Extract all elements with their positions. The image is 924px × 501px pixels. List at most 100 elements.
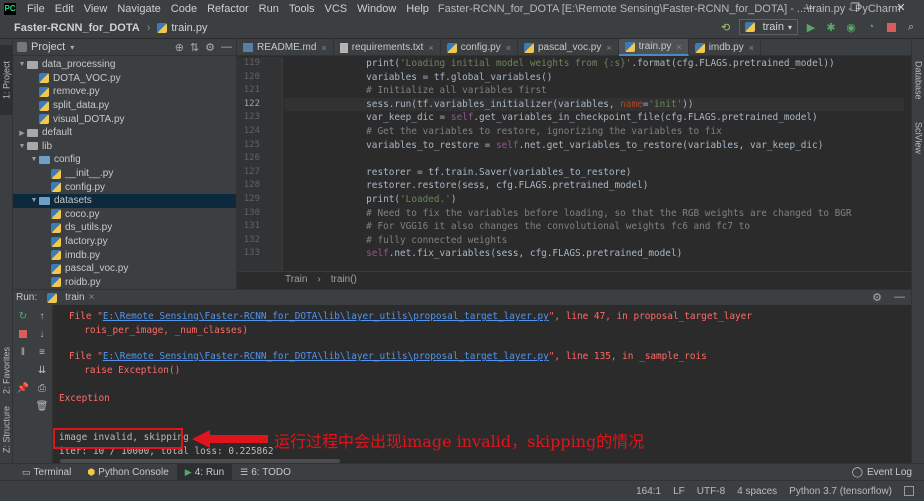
- database-tool-tab[interactable]: Database: [912, 53, 924, 108]
- event-log-button[interactable]: ◯ Event Log: [852, 464, 912, 481]
- code-line[interactable]: restorer = tf.train.Saver(variables_to_r…: [284, 166, 904, 180]
- trash-icon[interactable]: 🗑: [35, 399, 49, 413]
- code-line[interactable]: # Initialize all variables first: [284, 84, 904, 98]
- menu-view[interactable]: View: [79, 3, 113, 15]
- indent-setting[interactable]: 4 spaces: [737, 486, 777, 497]
- search-icon[interactable]: ⌕: [904, 20, 918, 34]
- editor-tab[interactable]: README.md ×: [237, 39, 334, 56]
- tree-file[interactable]: DOTA_VOC.py: [13, 72, 236, 86]
- close-icon[interactable]: ×: [321, 43, 326, 53]
- soft-wrap-icon[interactable]: ≡: [35, 345, 49, 359]
- menu-help[interactable]: Help: [401, 3, 434, 15]
- python-interpreter[interactable]: Python 3.7 (tensorflow): [789, 486, 892, 497]
- menu-edit[interactable]: Edit: [50, 3, 79, 15]
- locate-icon[interactable]: ⊕: [175, 41, 184, 54]
- pause-icon[interactable]: ‖: [16, 345, 30, 359]
- code-line[interactable]: # Get the variables to restore, ignorizi…: [284, 125, 904, 139]
- close-icon[interactable]: ✕: [878, 0, 924, 17]
- hide-icon[interactable]: —: [894, 291, 905, 304]
- file-link[interactable]: E:\Remote Sensing\Faster-RCNN_for_DOTA\l…: [103, 311, 549, 322]
- chevron-down-icon[interactable]: ▼: [29, 156, 39, 163]
- debug-icon[interactable]: ✱: [824, 20, 838, 34]
- tree-file[interactable]: ds_utils.py: [13, 221, 236, 235]
- tree-folder[interactable]: ▼ lib: [13, 140, 236, 154]
- stop-icon[interactable]: [16, 327, 30, 341]
- close-icon[interactable]: ×: [506, 43, 511, 53]
- tree-file[interactable]: pascal_voc.py: [13, 262, 236, 276]
- tree-file[interactable]: config.py: [13, 180, 236, 194]
- menu-window[interactable]: Window: [352, 3, 401, 15]
- arrow-down-icon[interactable]: ↓: [35, 327, 49, 341]
- code-line[interactable]: print('Loaded.'): [284, 193, 904, 207]
- tree-folder[interactable]: ▼ data_processing: [13, 58, 236, 72]
- editor-tab[interactable]: config.py ×: [441, 39, 518, 56]
- code-line[interactable]: variables = tf.global_variables(): [284, 71, 904, 85]
- minimize-icon[interactable]: —: [786, 0, 832, 17]
- editor-tab[interactable]: pascal_voc.py ×: [518, 39, 619, 56]
- run-tab-train[interactable]: train ×: [47, 292, 94, 303]
- code-line[interactable]: [284, 152, 904, 166]
- code-line[interactable]: # Need to fix the variables before loadi…: [284, 207, 904, 221]
- close-icon[interactable]: ×: [89, 292, 95, 303]
- bottom-tool-6-todo[interactable]: ☰ 6: TODO: [232, 464, 299, 481]
- menu-run[interactable]: Run: [254, 3, 284, 15]
- menu-vcs[interactable]: VCS: [320, 3, 353, 15]
- breadcrumb-function[interactable]: train(): [331, 274, 357, 285]
- breadcrumb-class[interactable]: Train: [285, 274, 307, 285]
- chevron-down-icon[interactable]: ▾: [70, 43, 74, 52]
- favorites-tool-tab[interactable]: 2: Favorites: [0, 335, 13, 405]
- print-icon[interactable]: ⎙: [35, 381, 49, 395]
- hide-icon[interactable]: —: [221, 41, 232, 54]
- tree-file[interactable]: visual_DOTA.py: [13, 112, 236, 126]
- editor-tab[interactable]: train.py ×: [618, 39, 689, 56]
- chevron-right-icon[interactable]: ▶: [17, 129, 27, 137]
- code-editor[interactable]: print('Loading initial model weights fro…: [284, 57, 904, 271]
- chevron-down-icon[interactable]: ▼: [17, 61, 27, 68]
- code-line[interactable]: self.net.fix_variables(sess, cfg.FLAGS.p…: [284, 247, 904, 261]
- tree-file[interactable]: roidb.py: [13, 276, 236, 290]
- code-line[interactable]: # fully connected weights: [284, 234, 904, 248]
- code-line[interactable]: var_keep_dic = self.get_variables_in_che…: [284, 111, 904, 125]
- breadcrumb-file[interactable]: train.py: [153, 22, 211, 34]
- code-line[interactable]: sess.run(tf.variables_initializer(variab…: [284, 97, 904, 112]
- editor-tab[interactable]: imdb.py ×: [689, 39, 761, 56]
- close-icon[interactable]: ×: [428, 43, 433, 53]
- bottom-tool-python-console[interactable]: ⬢ Python Console: [79, 464, 176, 481]
- tree-file[interactable]: coco.py: [13, 208, 236, 222]
- tree-folder[interactable]: ▼ datasets: [13, 193, 236, 208]
- close-icon[interactable]: ×: [749, 43, 754, 53]
- close-icon[interactable]: ×: [676, 42, 681, 52]
- tree-file[interactable]: factory.py: [13, 235, 236, 249]
- menu-navigate[interactable]: Navigate: [112, 3, 165, 15]
- code-line[interactable]: # For VGG16 it also changes the convolut…: [284, 220, 904, 234]
- stop-icon[interactable]: [884, 20, 898, 34]
- sciview-tool-tab[interactable]: SciView: [912, 113, 924, 163]
- chevron-down-icon[interactable]: ▼: [29, 197, 39, 204]
- structure-tool-tab[interactable]: Z: Structure: [0, 399, 13, 459]
- lock-icon[interactable]: [904, 486, 914, 496]
- scroll-to-end-icon[interactable]: ⇊: [35, 363, 49, 377]
- run-icon[interactable]: ▶: [804, 20, 818, 34]
- close-icon[interactable]: ×: [606, 43, 611, 53]
- menu-code[interactable]: Code: [166, 3, 202, 15]
- run-configuration-select[interactable]: train ▾: [738, 19, 798, 35]
- restore-icon[interactable]: ❐: [832, 0, 878, 17]
- back-arrow-icon[interactable]: ⟲: [719, 20, 733, 34]
- code-line[interactable]: restorer.restore(sess, cfg.FLAGS.pretrai…: [284, 179, 904, 193]
- breadcrumb-project[interactable]: Faster-RCNN_for_DOTA: [0, 22, 144, 34]
- line-separator[interactable]: LF: [673, 486, 685, 497]
- collapse-icon[interactable]: ⇅: [190, 41, 199, 54]
- caret-position[interactable]: 164:1: [636, 486, 661, 497]
- rerun-icon[interactable]: ↻: [16, 309, 30, 323]
- menu-file[interactable]: File: [22, 3, 50, 15]
- chevron-down-icon[interactable]: ▼: [17, 143, 27, 150]
- code-line[interactable]: variables_to_restore = self.net.get_vari…: [284, 139, 904, 153]
- tree-folder[interactable]: ▶ default: [13, 126, 236, 140]
- menu-refactor[interactable]: Refactor: [202, 3, 254, 15]
- project-panel-title[interactable]: Project: [31, 41, 65, 53]
- editor-tab[interactable]: requirements.txt ×: [334, 39, 441, 56]
- project-tool-tab[interactable]: 1: Project: [0, 45, 13, 115]
- file-encoding[interactable]: UTF-8: [697, 486, 725, 497]
- coverage-icon[interactable]: ◉: [844, 20, 858, 34]
- tree-file[interactable]: __init__.py: [13, 167, 236, 181]
